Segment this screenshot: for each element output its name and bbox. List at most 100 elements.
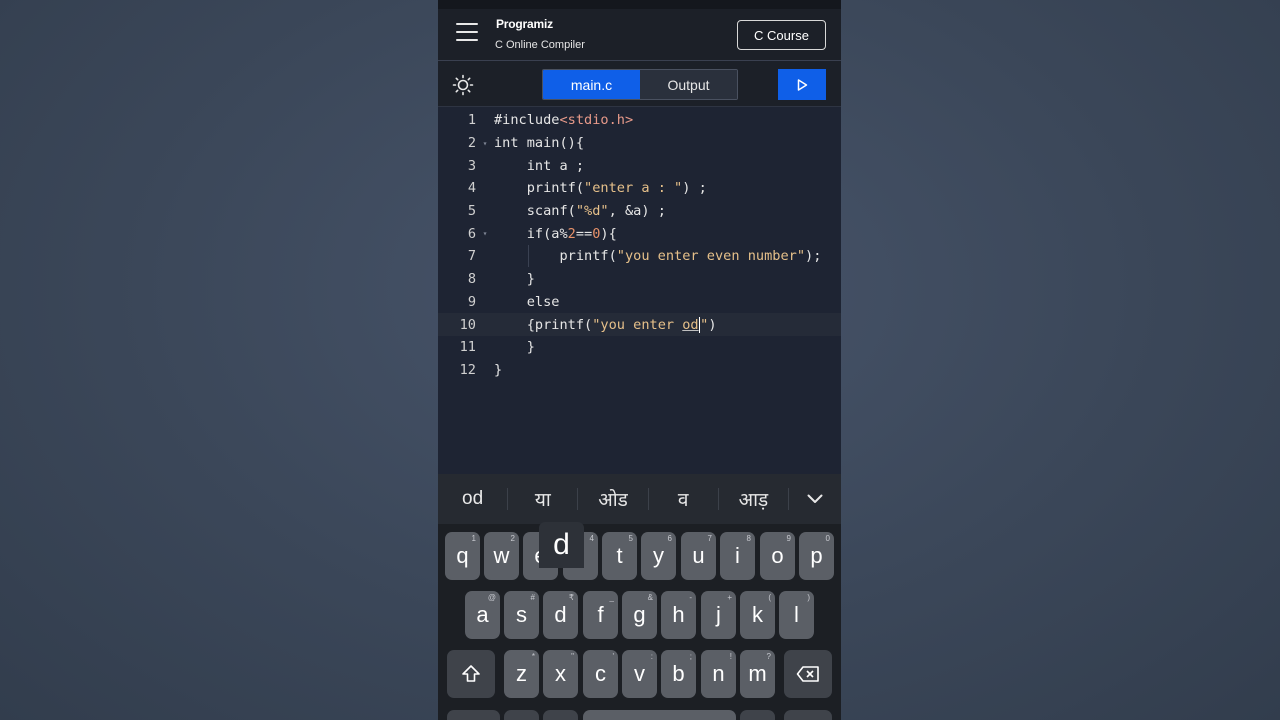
code-token: ) ;: [682, 180, 707, 197]
code-token: else: [494, 293, 560, 310]
code-token: if(a%: [494, 225, 568, 242]
key-z[interactable]: z *: [504, 650, 539, 698]
key-l[interactable]: l): [779, 591, 814, 639]
backspace-icon: [796, 666, 819, 682]
code-token: ): [708, 316, 717, 333]
code-line: 9 else: [438, 291, 841, 314]
code-editor[interactable]: 1 #include<stdio.h> 2 ▾ int main(){ 3 in…: [438, 107, 841, 473]
enter-key[interactable]: [784, 710, 832, 720]
chevron-down-icon[interactable]: [789, 494, 841, 504]
play-icon: [797, 78, 808, 91]
line-number: 3: [467, 157, 476, 174]
fold-arrow-icon[interactable]: ▾: [476, 229, 494, 238]
key-c[interactable]: c ': [583, 650, 618, 698]
key-s[interactable]: s #: [504, 591, 539, 639]
code-token: int a ;: [494, 157, 585, 174]
programiz-logo[interactable]: Programiz: [496, 17, 553, 31]
code-token: }: [494, 339, 535, 356]
symbols-key[interactable]: [447, 710, 500, 720]
tab-main-c[interactable]: main.c: [543, 70, 640, 99]
punctuation-key[interactable]: [740, 710, 775, 720]
code-token: "%d": [575, 203, 609, 220]
key-n[interactable]: n!: [701, 650, 736, 698]
key-b[interactable]: b;: [661, 650, 696, 698]
key-h[interactable]: h-: [661, 591, 696, 639]
line-number: 12: [459, 361, 476, 378]
code-token: {printf(: [494, 316, 593, 333]
key-preview-popup: d: [539, 522, 584, 568]
code-token: "enter a : ": [584, 180, 683, 197]
code-line: 3 int a ;: [438, 154, 841, 177]
line-number: 10: [459, 316, 476, 333]
code-token: scanf(: [494, 203, 576, 220]
code-token: 2: [567, 225, 576, 242]
code-token: int main(){: [494, 135, 585, 152]
key-v[interactable]: v:: [622, 650, 657, 698]
menu-icon[interactable]: [456, 23, 478, 41]
line-number: 8: [467, 271, 476, 288]
code-line: 6 ▾ if(a%2==0){: [438, 222, 841, 245]
suggestion-item[interactable]: आड़: [719, 486, 788, 512]
key-w[interactable]: w2: [484, 532, 519, 580]
space-key[interactable]: [583, 710, 736, 720]
line-number: 4: [467, 180, 476, 197]
key-j[interactable]: j +: [701, 591, 736, 639]
backspace-key[interactable]: [784, 650, 832, 698]
code-line: 11 }: [438, 336, 841, 359]
code-line: 8 }: [438, 268, 841, 291]
key-i[interactable]: i8: [720, 532, 755, 580]
key-t[interactable]: t5: [602, 532, 637, 580]
line-number: 11: [459, 339, 476, 356]
key-x[interactable]: x ": [543, 650, 578, 698]
code-line: 4 printf("enter a : ") ;: [438, 177, 841, 200]
code-token: }: [494, 271, 535, 288]
code-token: <stdio.h>: [559, 112, 634, 129]
app-header: Programiz C Online Compiler C Course: [438, 9, 841, 61]
suggestion-item[interactable]: od: [438, 488, 507, 510]
soft-keyboard: q1 w2 e3 r4 t5 y6 u7 i8 o9 p0 a@ s# d₹ f…: [438, 524, 841, 720]
code-line: 12 }: [438, 359, 841, 382]
key-a[interactable]: a @: [465, 591, 500, 639]
line-number: 9: [467, 293, 476, 310]
file-tabs: main.c Output: [542, 69, 738, 100]
line-number: 5: [467, 203, 476, 220]
key-u[interactable]: u7: [681, 532, 716, 580]
phone-screen: Programiz C Online Compiler C Course mai…: [438, 0, 841, 720]
emoji-key[interactable]: [504, 710, 539, 720]
line-number: 6: [467, 225, 476, 242]
code-token: ){: [600, 225, 617, 242]
code-line-active: 10 {printf("you enter od "): [438, 313, 841, 336]
key-y[interactable]: y6: [641, 532, 676, 580]
mic-key[interactable]: [543, 710, 578, 720]
key-d[interactable]: d ₹: [543, 591, 578, 639]
code-line: 7 printf("you enter even number");: [438, 245, 841, 268]
key-f[interactable]: f _: [583, 591, 618, 639]
status-bar: [438, 0, 841, 9]
key-g[interactable]: g &: [622, 591, 657, 639]
key-k[interactable]: k(: [740, 591, 775, 639]
code-line: 2 ▾ int main(){: [438, 132, 841, 155]
sun-icon[interactable]: [452, 74, 474, 96]
line-number: 7: [467, 248, 476, 265]
key-p[interactable]: p0: [799, 532, 834, 580]
suggestion-item[interactable]: व: [649, 486, 718, 512]
run-button[interactable]: [778, 69, 826, 100]
key-o[interactable]: o9: [760, 532, 795, 580]
tab-output[interactable]: Output: [640, 70, 737, 99]
line-number: 2: [467, 135, 476, 152]
line-number: 1: [467, 112, 476, 129]
code-token: printf(: [494, 248, 617, 265]
code-token: printf(: [494, 180, 585, 197]
keyboard-suggestion-bar: od या ओड व आड़: [438, 474, 841, 524]
composing-word: od: [682, 316, 699, 333]
fold-arrow-icon[interactable]: ▾: [476, 139, 494, 148]
suggestion-item[interactable]: ओड: [578, 486, 647, 512]
key-q[interactable]: q1: [445, 532, 480, 580]
suggestion-item[interactable]: या: [508, 486, 577, 512]
key-m[interactable]: m?: [740, 650, 775, 698]
shift-key[interactable]: [447, 650, 495, 698]
code-line: 1 #include<stdio.h>: [438, 109, 841, 132]
code-token: , &a) ;: [608, 203, 666, 220]
c-course-button[interactable]: C Course: [737, 20, 826, 50]
editor-toolbar: main.c Output: [438, 61, 841, 107]
